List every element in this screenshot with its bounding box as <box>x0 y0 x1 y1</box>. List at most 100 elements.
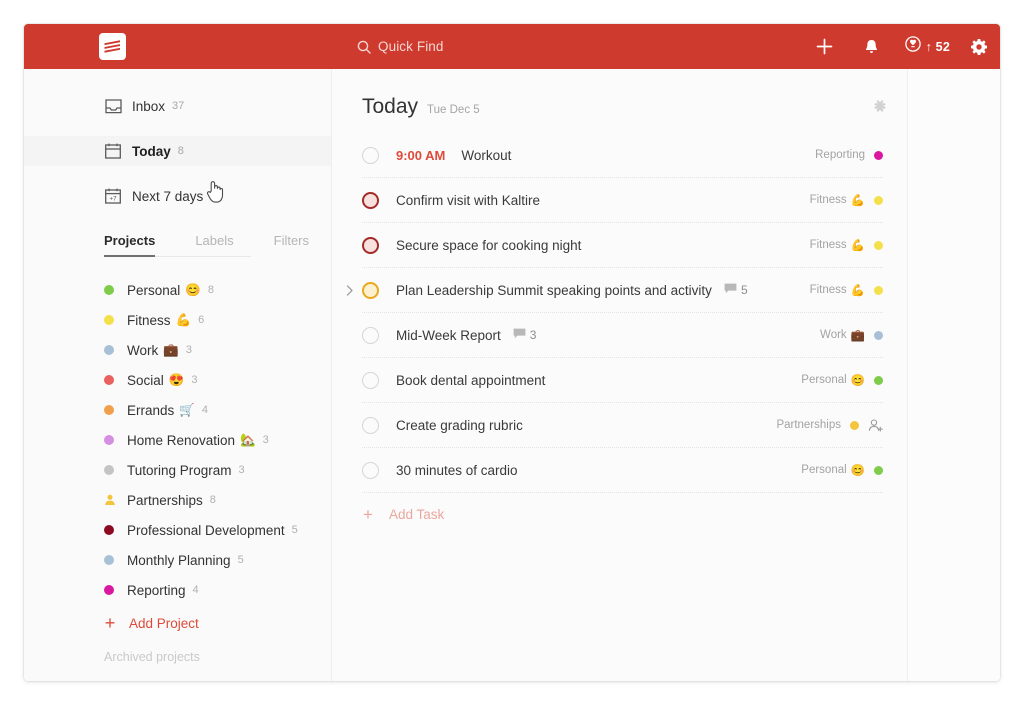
task-row[interactable]: Plan Leadership Summit speaking points a… <box>346 268 883 313</box>
project-item[interactable]: Professional Development 5 <box>24 515 331 545</box>
project-item[interactable]: Tutoring Program 3 <box>24 455 331 485</box>
task-project-meta[interactable]: Partnerships <box>776 418 883 432</box>
task-row[interactable]: Mid-Week Report 3 Work 💼 <box>362 313 883 358</box>
task-project-emoji: 😊 <box>850 465 865 477</box>
task-project-color-dot <box>874 195 883 205</box>
bell-icon[interactable] <box>848 24 895 69</box>
project-emoji: 💼 <box>163 342 179 357</box>
task-project-color-dot <box>874 375 883 385</box>
tab-labels[interactable]: Labels <box>195 233 233 256</box>
page-title: Today <box>362 95 419 118</box>
project-emoji: 🛒 <box>179 402 195 417</box>
task-project-meta[interactable]: Fitness 💪 <box>810 238 883 252</box>
project-item[interactable]: Home Renovation 🏡 3 <box>24 425 331 455</box>
sidebar-item-inbox[interactable]: Inbox 37 <box>24 91 331 121</box>
header-actions: ↑ 52 <box>801 24 1000 69</box>
chevron-right-icon[interactable] <box>344 284 356 296</box>
project-emoji: 😊 <box>185 282 201 297</box>
archived-projects-link[interactable]: Archived projects <box>24 650 200 664</box>
project-color-dot <box>104 375 114 385</box>
sidebar: Inbox 37 Today 8 +7 Next 7 days 20 Proje… <box>24 69 332 681</box>
project-item[interactable]: Errands 🛒 4 <box>24 395 331 425</box>
project-task-count: 4 <box>201 404 208 416</box>
project-name: Professional Development <box>127 522 285 538</box>
wrench-icon[interactable] <box>873 98 889 119</box>
task-checkbox[interactable] <box>362 371 379 389</box>
task-project-meta[interactable]: Personal 😊 <box>801 373 883 387</box>
sidebar-item-next-7-days-label: Next 7 days <box>132 188 204 204</box>
task-checkbox[interactable] <box>362 146 379 164</box>
add-task-row[interactable]: + Add Task <box>360 493 907 535</box>
task-project-color-dot <box>874 330 883 340</box>
right-rail <box>908 69 1000 681</box>
task-project-name: Fitness <box>809 284 847 296</box>
project-color-dot <box>104 525 114 535</box>
comment-count-badge[interactable]: 5 <box>724 283 748 297</box>
task-project-color-dot <box>874 465 883 475</box>
main-content: Today Tue Dec 5 9:00 AM Workout Reporting C… <box>332 69 908 681</box>
task-row[interactable]: Secure space for cooking night Fitness 💪 <box>362 223 883 268</box>
quick-find-search[interactable]: Quick Find <box>357 39 444 54</box>
sidebar-item-today-label: Today <box>132 143 171 159</box>
assign-person-icon[interactable] <box>868 418 883 432</box>
project-color-dot <box>104 405 114 415</box>
tab-projects[interactable]: Projects <box>104 233 156 257</box>
project-color-dot <box>104 555 114 565</box>
sidebar-item-next-7-days[interactable]: +7 Next 7 days 20 <box>24 181 331 211</box>
task-project-meta[interactable]: Fitness 💪 <box>810 193 883 207</box>
project-item[interactable]: Social 😍 3 <box>24 365 331 395</box>
task-checkbox[interactable] <box>362 236 379 254</box>
task-checkbox[interactable] <box>362 326 379 344</box>
task-title: Plan Leadership Summit speaking points a… <box>396 282 712 298</box>
task-project-meta[interactable]: Personal 😊 <box>801 463 883 477</box>
task-project-color-dot <box>874 240 883 250</box>
task-checkbox[interactable] <box>362 281 379 299</box>
add-task-button[interactable] <box>801 24 848 69</box>
project-emoji: 😍 <box>168 372 185 387</box>
add-project-button[interactable]: + Add Project <box>24 608 331 638</box>
task-title: Workout <box>461 147 512 163</box>
task-project-meta[interactable]: Work 💼 <box>820 328 883 342</box>
project-item[interactable]: Monthly Planning 5 <box>24 545 331 575</box>
app-header: Quick Find ↑ 52 <box>24 24 1000 69</box>
task-project-meta[interactable]: Reporting <box>815 149 883 161</box>
project-name: Work <box>127 342 159 358</box>
project-item[interactable]: Partnerships 8 <box>24 485 331 515</box>
shared-project-person-icon <box>104 494 116 506</box>
project-list: Personal 😊 8 Fitness 💪 6 Work 💼 3 Social 😍 3 Errands… <box>24 275 331 605</box>
task-project-color-dot <box>850 420 859 430</box>
task-project-name: Reporting <box>815 149 865 161</box>
sidebar-item-today-count: 8 <box>177 145 184 157</box>
project-item[interactable]: Fitness 💪 6 <box>24 305 331 335</box>
plus-icon: + <box>104 613 116 633</box>
project-task-count: 5 <box>237 554 244 566</box>
project-item[interactable]: Reporting 4 <box>24 575 331 605</box>
task-row[interactable]: 30 minutes of cardio Personal 😊 <box>362 448 883 493</box>
task-checkbox[interactable] <box>362 416 379 434</box>
todoist-logo[interactable] <box>99 33 126 60</box>
task-due-time: 9:00 AM <box>396 147 446 163</box>
task-list: 9:00 AM Workout Reporting Confirm visit wit… <box>346 133 907 493</box>
project-item[interactable]: Work 💼 3 <box>24 335 331 365</box>
task-row[interactable]: Create grading rubric Partnerships <box>362 403 883 448</box>
task-checkbox[interactable] <box>362 191 379 209</box>
project-color-dot <box>104 315 114 325</box>
tab-filters[interactable]: Filters <box>274 233 309 256</box>
task-checkbox[interactable] <box>362 461 379 479</box>
karma-indicator[interactable]: ↑ 52 <box>895 24 957 69</box>
task-project-name: Personal <box>801 374 847 386</box>
sidebar-item-today[interactable]: Today 8 <box>24 136 331 166</box>
project-task-count: 5 <box>291 524 298 536</box>
task-project-meta[interactable]: Fitness 💪 <box>810 283 883 297</box>
project-item[interactable]: Personal 😊 8 <box>24 275 331 305</box>
task-title: Book dental appointment <box>396 372 546 388</box>
project-emoji: 💪 <box>175 312 192 327</box>
task-project-name: Fitness <box>809 194 847 206</box>
project-task-count: 3 <box>238 464 245 476</box>
task-row[interactable]: 9:00 AM Workout Reporting <box>362 133 883 178</box>
task-row[interactable]: Book dental appointment Personal 😊 <box>362 358 883 403</box>
comment-count-badge[interactable]: 3 <box>513 328 536 342</box>
gear-icon[interactable] <box>957 24 1000 69</box>
project-color-dot <box>104 465 114 475</box>
task-row[interactable]: Confirm visit with Kaltire Fitness 💪 <box>362 178 883 223</box>
